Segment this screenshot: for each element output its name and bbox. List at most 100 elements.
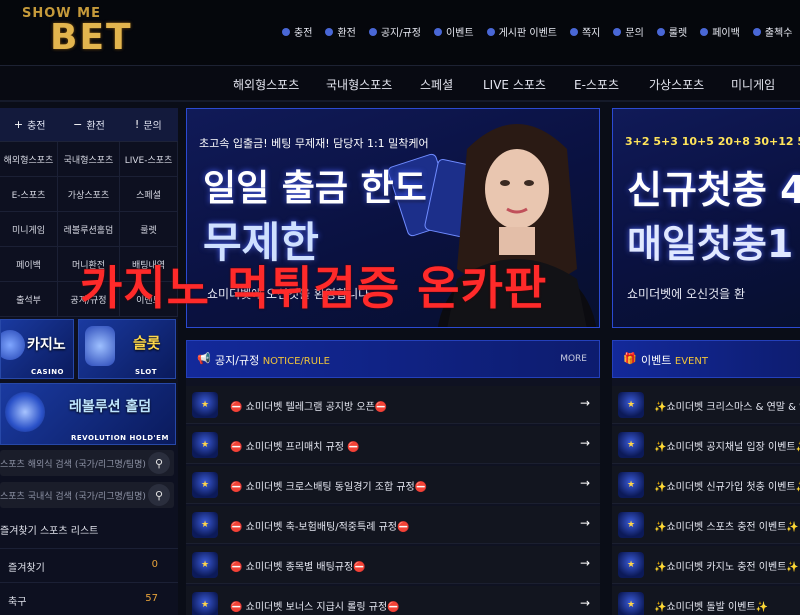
event-row[interactable]: ★✨쇼미더벳 크리스마스 & 연말 & 연초 [612,386,800,424]
notice-row[interactable]: ★ ⛔ 쇼미더벳 축-보험배팅/적중특례 규정⛔ → [186,506,600,544]
event-row[interactable]: ★ ✨쇼미더벳 돌발 이벤트✨ [612,586,800,615]
subnav-esports[interactable]: E-스포츠 [574,76,619,93]
notice-row[interactable]: ★ ⛔ 쇼미더벳 보너스 지급시 롤링 규정⛔ → [186,586,600,615]
topnav-dot-icon [656,27,665,36]
subnav-domestic-sports[interactable]: 국내형스포츠 [326,76,392,93]
event-row[interactable]: ★✨쇼미더벳 공지채널 입장 이벤트✨ [612,426,800,464]
topnav-payback[interactable]: 페이백 [700,24,740,39]
info-icon: ! [134,118,140,131]
category-item[interactable]: 페이백 [0,247,58,282]
topnav-inquiry[interactable]: 문의 [613,24,644,39]
rank-badge-icon: ★ [618,512,644,538]
topnav-event[interactable]: 이벤트 [433,24,474,39]
search-icon[interactable]: ⚲ [148,484,170,506]
chip-stack-icon [5,392,45,432]
rank-badge-icon: ★ [618,592,644,615]
topnav-dot-icon [368,27,377,36]
notice-subtitle: NOTICE/RULE [262,356,330,367]
rank-badge-icon: ★ [618,432,644,458]
rank-badge-icon: ★ [618,472,644,498]
rank-badge-icon: ★ [192,592,218,615]
event-panel-header: 🎁 이벤트 EVENT [612,340,800,378]
minus-icon: − [73,118,83,131]
subnav-special[interactable]: 스페셜 [420,76,453,93]
event-row[interactable]: ★ ✨쇼미더벳 스포츠 충전 이벤트✨ [612,506,800,544]
category-item[interactable]: 미니게임 [0,212,58,247]
category-item[interactable]: LIVE-스포츠 [120,142,178,177]
notice-row[interactable]: ★ ⛔ 쇼미더벳 프리매치 규정 ⛔ → [186,426,600,464]
slot-character-icon [85,326,115,366]
topnav-deposit[interactable]: 충전 [282,24,312,39]
watermark-overlay: 카지노 먹튀검증 온카판 [80,261,548,315]
hero1-headline: 일일 출금 한도 [203,168,427,209]
topnav-dot-icon [433,27,442,36]
sports-list-item[interactable]: 축구 57 [0,582,178,614]
casino-banner[interactable]: 카지노 CASINO [0,319,74,379]
hero1-tagline: 초고속 입출금! 베팅 무제재! 담당자 1:1 밀착케어 [199,137,429,150]
notice-panel-header: 📢 공지/규정 NOTICE/RULE MORE [186,340,600,378]
rank-badge-icon: ★ [192,552,218,578]
topnav-withdraw[interactable]: 환전 [325,24,356,39]
game-banners: 카지노 CASINO 슬롯 SLOT 레볼루션 홀덤 REVOLUTION HO… [0,319,178,445]
rank-badge-icon: ★ [192,432,218,458]
arrow-right-icon: → [579,556,590,570]
topnav-dot-icon [325,27,334,36]
category-item[interactable]: 스페셜 [120,177,178,212]
topnav-board-event[interactable]: 게시판 이벤트 [486,24,557,39]
event-panel: 🎁 이벤트 EVENT ★✨쇼미더벳 크리스마스 & 연말 & 연초 ★✨쇼미더… [612,340,800,615]
subnav-live-sports[interactable]: LIVE 스포츠 [483,76,546,93]
subnav-overseas-sports[interactable]: 해외형스포츠 [233,76,299,93]
arrow-right-icon: → [579,436,590,450]
quick-deposit-button[interactable]: + 충전 [0,108,59,141]
event-row[interactable]: ★✨쇼미더벳 신규가입 첫충 이벤트✨ [612,466,800,504]
rank-badge-icon: ★ [192,512,218,538]
topnav-dot-icon [613,27,622,36]
event-row[interactable]: ★ ✨쇼미더벳 카지노 충전 이벤트✨ [612,546,800,584]
category-item[interactable]: 국내형스포츠 [58,142,120,177]
sports-list-title: 즐겨찾기 스포츠 리스트 [0,526,99,537]
event-title: 이벤트 [641,354,672,367]
category-item[interactable]: 레볼루션홀덤 [58,212,120,247]
topnav-dot-icon [282,27,290,36]
site-logo[interactable]: SHOW ME BET [18,0,136,64]
logo-line2: BET [50,17,133,58]
slot-banner[interactable]: 슬롯 SLOT [78,319,176,379]
hero2-headline: 신규첫충 4 [627,168,800,212]
topnav-notice[interactable]: 공지/규정 [368,24,421,39]
rank-badge-icon: ★ [192,472,218,498]
notice-row[interactable]: ★ ⛔ 쇼미더벳 종목별 배팅규정⛔ → [186,546,600,584]
top-nav: 충전 환전 공지/규정 이벤트 게시판 이벤트 쪽지 문의 룰렛 페이백 출첵수 [282,24,800,39]
quick-inquiry-button[interactable]: ! 문의 [119,108,178,141]
hero2-headline-2: 매일첫충1 [627,222,794,266]
rank-badge-icon: ★ [618,392,644,418]
topnav-attendance[interactable]: 출첵수 [752,24,792,39]
category-item[interactable]: 가상스포츠 [58,177,120,212]
arrow-right-icon: → [579,596,590,610]
category-item[interactable]: 출석부 [0,282,58,317]
top-bar: SHOW ME BET 충전 환전 공지/규정 이벤트 게시판 이벤트 쪽지 문… [0,0,800,66]
notice-title: 공지/규정 [215,354,260,367]
search-icon[interactable]: ⚲ [148,452,170,474]
notice-row[interactable]: ★ ⛔ 쇼미더벳 크로스배팅 동일경기 조합 규정⛔ → [186,466,600,504]
topnav-message[interactable]: 쪽지 [569,24,600,39]
category-item[interactable]: 해외형스포츠 [0,142,58,177]
plus-icon: + [13,118,24,131]
category-item[interactable]: 룰렛 [120,212,178,247]
subnav-minigame[interactable]: 미니게임 [731,76,775,93]
sports-list-item[interactable]: 즐겨찾기 0 [0,548,178,580]
notice-panel: 📢 공지/규정 NOTICE/RULE MORE ★ ⛔ 쇼미더벳 텔레그램 공지… [186,340,600,615]
quick-withdraw-button[interactable]: − 환전 [59,108,118,141]
category-item[interactable]: E-스포츠 [0,177,58,212]
topnav-dot-icon [700,27,709,36]
notice-row[interactable]: ★ ⛔ 쇼미더벳 텔레그램 공지방 오픈⛔ → [186,386,600,424]
rank-badge-icon: ★ [618,552,644,578]
holdem-banner[interactable]: 레볼루션 홀덤 REVOLUTION HOLD'EM [0,383,176,445]
casino-card-icon [1,330,25,360]
rank-badge-icon: ★ [192,392,218,418]
topnav-roulette[interactable]: 룰렛 [656,24,687,39]
hero2-tagline: 3+2 5+3 10+5 20+8 30+12 50+ [625,135,800,148]
subnav-virtual-sports[interactable]: 가상스포츠 [649,76,704,93]
hero-banner-bonus[interactable]: 3+2 5+3 10+5 20+8 30+12 50+ 신규첫충 4 매일첫충1… [612,108,800,328]
sports-nav: 해외형스포츠 국내형스포츠 스페셜 LIVE 스포츠 E-스포츠 가상스포츠 미… [0,66,800,102]
notice-more-link[interactable]: MORE [560,354,587,364]
